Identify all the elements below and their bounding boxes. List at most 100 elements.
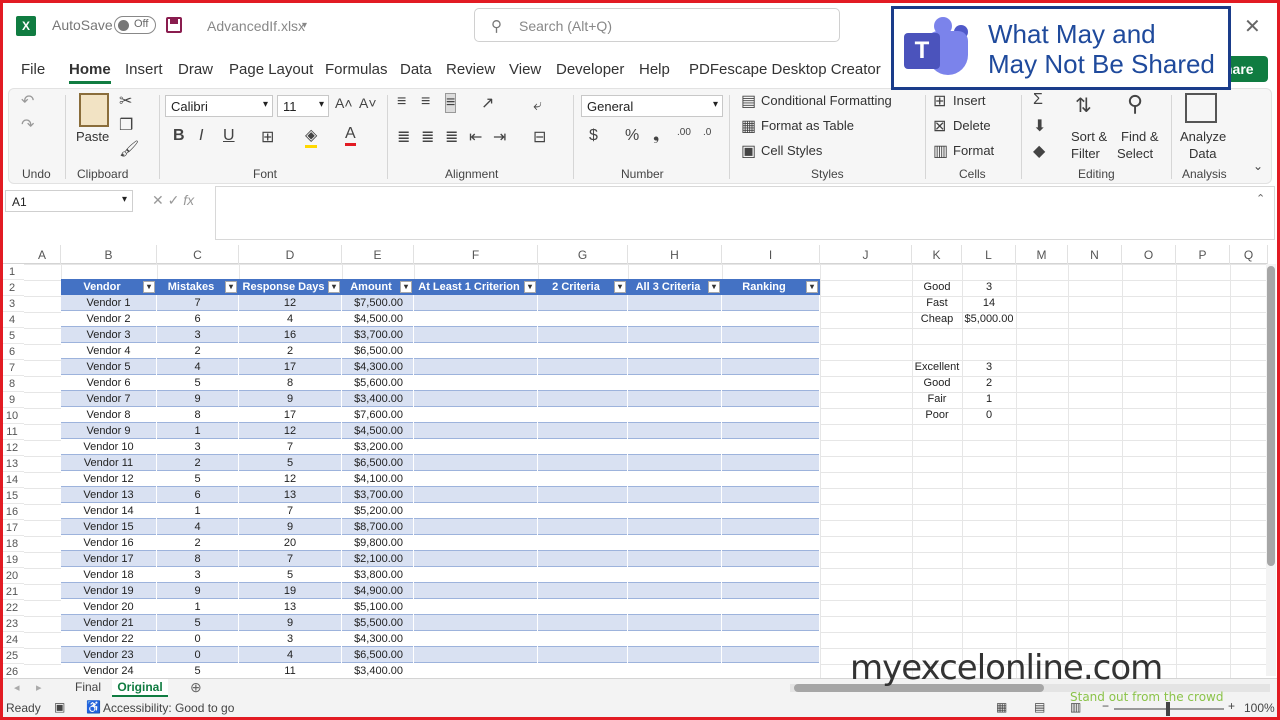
- clear-icon[interactable]: ◆: [1033, 141, 1045, 161]
- table-cell[interactable]: Vendor 1: [61, 295, 157, 311]
- table-row[interactable]: Vendor 15 4 9 $8,700.00: [61, 519, 820, 535]
- table-cell[interactable]: $6,500.00: [342, 343, 414, 359]
- table-cell[interactable]: 0: [157, 631, 239, 647]
- table-cell[interactable]: [722, 535, 820, 551]
- table-cell[interactable]: Vendor 13: [61, 487, 157, 503]
- table-cell[interactable]: [414, 407, 538, 423]
- table-cell[interactable]: 5: [157, 375, 239, 391]
- table-cell[interactable]: [628, 487, 722, 503]
- table-cell[interactable]: 13: [239, 599, 342, 615]
- table-cell[interactable]: 8: [157, 407, 239, 423]
- table-cell[interactable]: $3,400.00: [342, 663, 414, 679]
- table-row[interactable]: Vendor 11 2 5 $6,500.00: [61, 455, 820, 471]
- table-cell[interactable]: [722, 295, 820, 311]
- row-header[interactable]: 14: [0, 472, 24, 488]
- table-cell[interactable]: [414, 631, 538, 647]
- table-row[interactable]: Vendor 20 1 13 $5,100.00: [61, 599, 820, 615]
- row-header[interactable]: 19: [0, 552, 24, 568]
- search-box[interactable]: ⚲ Search (Alt+Q): [474, 8, 840, 42]
- table-cell[interactable]: [722, 551, 820, 567]
- table-row[interactable]: Vendor 2 6 4 $4,500.00: [61, 311, 820, 327]
- format-painter-icon[interactable]: 🖌: [119, 139, 139, 159]
- column-header[interactable]: G: [538, 245, 628, 264]
- table-cell[interactable]: Vendor 5: [61, 359, 157, 375]
- table-cell[interactable]: Vendor 9: [61, 423, 157, 439]
- row-header[interactable]: 21: [0, 584, 24, 600]
- save-icon[interactable]: [166, 17, 182, 33]
- table-cell[interactable]: 4: [157, 359, 239, 375]
- sort-filter-label-2[interactable]: Filter: [1071, 146, 1100, 161]
- table-cell[interactable]: Vendor 14: [61, 503, 157, 519]
- align-bottom-icon[interactable]: ≡: [445, 93, 457, 113]
- table-cell[interactable]: $3,800.00: [342, 567, 414, 583]
- table-cell[interactable]: $5,100.00: [342, 599, 414, 615]
- row-header[interactable]: 4: [0, 312, 24, 328]
- table-cell[interactable]: 2: [239, 343, 342, 359]
- cancel-icon[interactable]: ✕: [152, 192, 164, 208]
- table-cell[interactable]: [628, 311, 722, 327]
- table-header-cell[interactable]: All 3 Criteria ▾: [628, 279, 722, 295]
- table-header-cell[interactable]: 2 Criteria ▾: [538, 279, 628, 295]
- table-cell[interactable]: Vendor 22: [61, 631, 157, 647]
- table-cell[interactable]: Vendor 6: [61, 375, 157, 391]
- table-row[interactable]: Vendor 12 5 12 $4,100.00: [61, 471, 820, 487]
- criteria-label[interactable]: Good: [912, 279, 962, 295]
- table-cell[interactable]: 16: [239, 327, 342, 343]
- filter-dropdown-icon[interactable]: ▾: [400, 281, 412, 293]
- table-cell[interactable]: $3,700.00: [342, 327, 414, 343]
- table-row[interactable]: Vendor 19 9 19 $4,900.00: [61, 583, 820, 599]
- table-cell[interactable]: 4: [239, 311, 342, 327]
- row-header[interactable]: 18: [0, 536, 24, 552]
- ranking-label[interactable]: Fair: [912, 391, 962, 407]
- table-row[interactable]: Vendor 16 2 20 $9,800.00: [61, 535, 820, 551]
- table-cell[interactable]: 12: [239, 423, 342, 439]
- table-cell[interactable]: [538, 375, 628, 391]
- table-cell[interactable]: [414, 567, 538, 583]
- chevron-down-icon[interactable]: ▾: [302, 20, 307, 31]
- column-header[interactable]: O: [1122, 245, 1176, 264]
- filter-dropdown-icon[interactable]: ▾: [806, 281, 818, 293]
- table-row[interactable]: Vendor 3 3 16 $3,700.00: [61, 327, 820, 343]
- table-cell[interactable]: [628, 375, 722, 391]
- table-cell[interactable]: [538, 423, 628, 439]
- table-cell[interactable]: [414, 487, 538, 503]
- table-cell[interactable]: Vendor 21: [61, 615, 157, 631]
- sheet-tab-original[interactable]: Original: [112, 679, 168, 697]
- cut-icon[interactable]: ✂: [119, 91, 132, 111]
- table-cell[interactable]: $3,400.00: [342, 391, 414, 407]
- table-row[interactable]: Vendor 17 8 7 $2,100.00: [61, 551, 820, 567]
- insert-cells-button[interactable]: Insert: [953, 93, 986, 108]
- table-cell[interactable]: 19: [239, 583, 342, 599]
- table-cell[interactable]: [414, 503, 538, 519]
- criteria-label[interactable]: Cheap: [912, 311, 962, 327]
- table-cell[interactable]: [722, 647, 820, 663]
- column-header[interactable]: Q: [1230, 245, 1268, 264]
- ranking-value[interactable]: 2: [962, 375, 1016, 391]
- table-cell[interactable]: [538, 583, 628, 599]
- table-header-cell[interactable]: Mistakes ▾: [157, 279, 239, 295]
- ranking-label[interactable]: Good: [912, 375, 962, 391]
- table-cell[interactable]: [628, 551, 722, 567]
- table-cell[interactable]: 9: [157, 583, 239, 599]
- column-header[interactable]: A: [24, 245, 61, 264]
- row-header[interactable]: 25: [0, 648, 24, 664]
- table-cell[interactable]: [538, 311, 628, 327]
- expand-formula-icon[interactable]: ⌃: [1256, 192, 1265, 205]
- vertical-scrollbar[interactable]: [1266, 264, 1276, 676]
- table-cell[interactable]: Vendor 2: [61, 311, 157, 327]
- table-cell[interactable]: $5,500.00: [342, 615, 414, 631]
- tab-insert[interactable]: Insert: [125, 61, 163, 78]
- increase-indent-icon[interactable]: ⇥: [493, 127, 506, 147]
- table-cell[interactable]: [538, 615, 628, 631]
- table-row[interactable]: Vendor 4 2 2 $6,500.00: [61, 343, 820, 359]
- criteria-label[interactable]: Fast: [912, 295, 962, 311]
- table-cell[interactable]: 9: [239, 615, 342, 631]
- font-size-dropdown[interactable]: 11 ▾: [277, 95, 329, 117]
- table-cell[interactable]: Vendor 11: [61, 455, 157, 471]
- table-cell[interactable]: 3: [157, 567, 239, 583]
- sheet-tab-final[interactable]: Final: [70, 679, 106, 697]
- row-header[interactable]: 24: [0, 632, 24, 648]
- table-row[interactable]: Vendor 5 4 17 $4,300.00: [61, 359, 820, 375]
- table-cell[interactable]: [414, 583, 538, 599]
- table-cell[interactable]: [538, 391, 628, 407]
